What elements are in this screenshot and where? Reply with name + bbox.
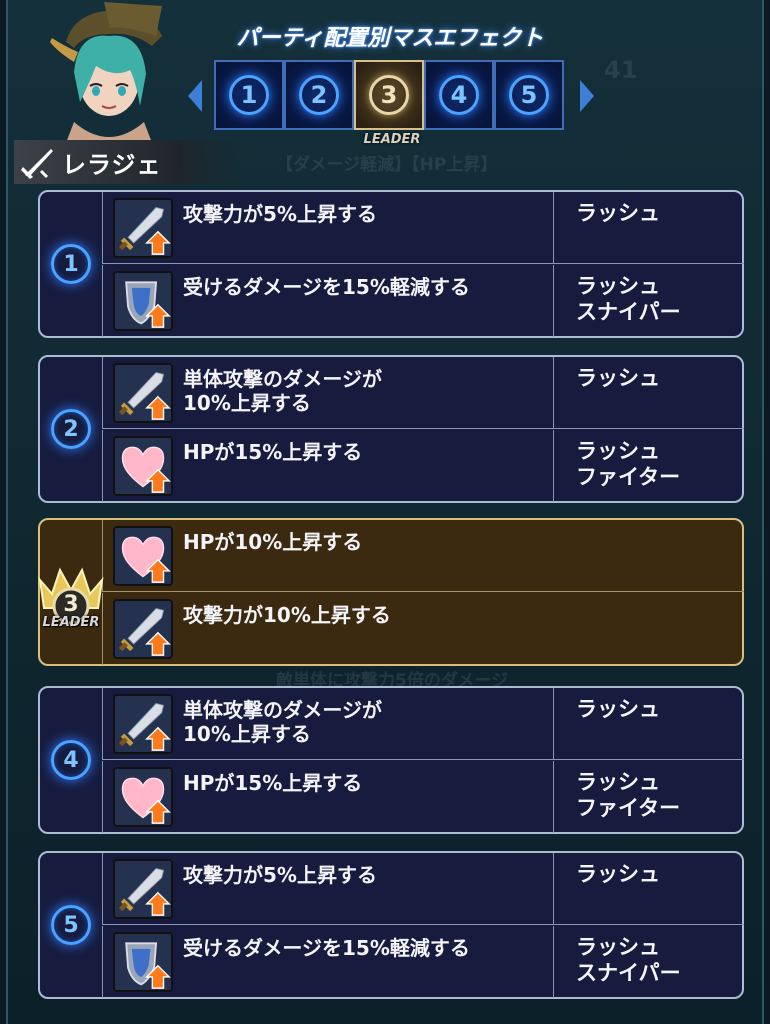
position-tab-5[interactable]: 5 — [494, 60, 564, 130]
sword-up-icon — [113, 198, 173, 258]
tab-number: 3 — [369, 75, 409, 115]
effect-description: 受けるダメージを15%軽減する — [183, 275, 470, 299]
effect-row: 単体攻撃のダメージが 10%上昇する ラッシュ — [102, 357, 744, 429]
leader-label: LEADER — [42, 615, 100, 630]
sword-up-icon — [113, 694, 173, 754]
effect-target: ラッシュ ファイター — [553, 430, 745, 502]
slot-number-column: 1 — [40, 192, 102, 336]
tab-number: 2 — [299, 75, 339, 115]
effect-description: 単体攻撃のダメージが 10%上昇する — [183, 698, 382, 746]
effect-target — [553, 520, 745, 592]
effect-target: ラッシュ スナイパー — [553, 265, 745, 337]
position-tab-3[interactable]: 3 — [354, 60, 424, 130]
slot-number-column: 5 — [40, 853, 102, 997]
heart-up-icon — [113, 526, 173, 586]
position-tab-2[interactable]: 2 — [284, 60, 354, 130]
effect-description: 受けるダメージを15%軽減する — [183, 936, 470, 960]
character-portrait — [50, 2, 162, 148]
effect-row: 単体攻撃のダメージが 10%上昇する ラッシュ — [102, 688, 744, 760]
tab-number: 4 — [439, 75, 479, 115]
leader-tab-label: LEADER — [363, 132, 421, 147]
effect-description: HPが10%上昇する — [183, 530, 363, 554]
effect-description: 攻撃力が5%上昇する — [183, 202, 377, 226]
effect-row: HPが10%上昇する — [102, 520, 744, 592]
heart-up-icon — [113, 767, 173, 827]
shield-up-icon — [113, 932, 173, 992]
effect-row: 攻撃力が5%上昇する ラッシュ — [102, 853, 744, 925]
effect-description: HPが15%上昇する — [183, 440, 363, 464]
prev-arrow-icon[interactable] — [188, 80, 202, 112]
slot-number: 1 — [51, 244, 91, 284]
slot-block-1: 1 攻撃力が5%上昇する ラッシュ受けるダメージを15%軽減する ラッシュ スナイパー — [38, 190, 744, 338]
slot-block-5: 5 攻撃力が5%上昇する ラッシュ受けるダメージを15%軽減する ラッシュ スナイパー — [38, 851, 744, 999]
slot-number-column: 4 — [40, 688, 102, 832]
sword-class-icon — [14, 140, 62, 184]
slot-number: 3 — [63, 592, 79, 617]
position-tabs: 1 2 3 4 5 — [214, 60, 564, 134]
effect-target: ラッシュ — [553, 192, 745, 264]
effect-target: ラッシュ ファイター — [553, 761, 745, 833]
character-name-plate: レラジェ — [14, 140, 244, 184]
character-name: レラジェ — [62, 150, 162, 179]
effect-row: 攻撃力が5%上昇する ラッシュ — [102, 192, 744, 264]
effect-target: ラッシュ — [553, 357, 745, 429]
slot-number: 2 — [51, 409, 91, 449]
sword-up-icon — [113, 599, 173, 659]
effect-row: HPが15%上昇する ラッシュ ファイター — [102, 430, 744, 502]
shield-up-icon — [113, 271, 173, 331]
heart-up-icon — [113, 436, 173, 496]
sword-up-icon — [113, 859, 173, 919]
effect-row: 受けるダメージを15%軽減する ラッシュ スナイパー — [102, 265, 744, 337]
effect-row: 受けるダメージを15%軽減する ラッシュ スナイパー — [102, 926, 744, 998]
slot-number: 4 — [51, 740, 91, 780]
effect-description: 攻撃力が10%上昇する — [183, 603, 391, 627]
effect-description: 攻撃力が5%上昇する — [183, 863, 377, 887]
position-tab-4[interactable]: 4 — [424, 60, 494, 130]
tab-number: 1 — [229, 75, 269, 115]
slot-block-3: HPが10%上昇する攻撃力が10%上昇する — [38, 518, 744, 666]
sword-up-icon — [113, 363, 173, 423]
background-text: 41 — [604, 56, 638, 84]
effect-description: 単体攻撃のダメージが 10%上昇する — [183, 367, 382, 415]
effect-description: HPが15%上昇する — [183, 771, 363, 795]
next-arrow-icon[interactable] — [580, 80, 594, 112]
effect-target: ラッシュ — [553, 853, 745, 925]
slot-block-4: 4 単体攻撃のダメージが 10%上昇する ラッシュ HPが15%上昇する ラッシュ ファ… — [38, 686, 744, 834]
effect-row: 攻撃力が10%上昇する — [102, 593, 744, 665]
effect-target: ラッシュ — [553, 688, 745, 760]
effect-target — [553, 593, 745, 665]
slot-block-2: 2 単体攻撃のダメージが 10%上昇する ラッシュ HPが15%上昇する ラッシュ ファ… — [38, 355, 744, 503]
background-text: 【ダメージ軽減】【HP上昇】 — [276, 155, 498, 175]
effect-row: HPが15%上昇する ラッシュ ファイター — [102, 761, 744, 833]
slot-number-column: 2 — [40, 357, 102, 501]
tab-number: 5 — [509, 75, 549, 115]
effect-target: ラッシュ スナイパー — [553, 926, 745, 998]
slot-number: 5 — [51, 905, 91, 945]
position-tab-1[interactable]: 1 — [214, 60, 284, 130]
page-title: パーティ配置別マスエフェクト — [236, 26, 544, 51]
